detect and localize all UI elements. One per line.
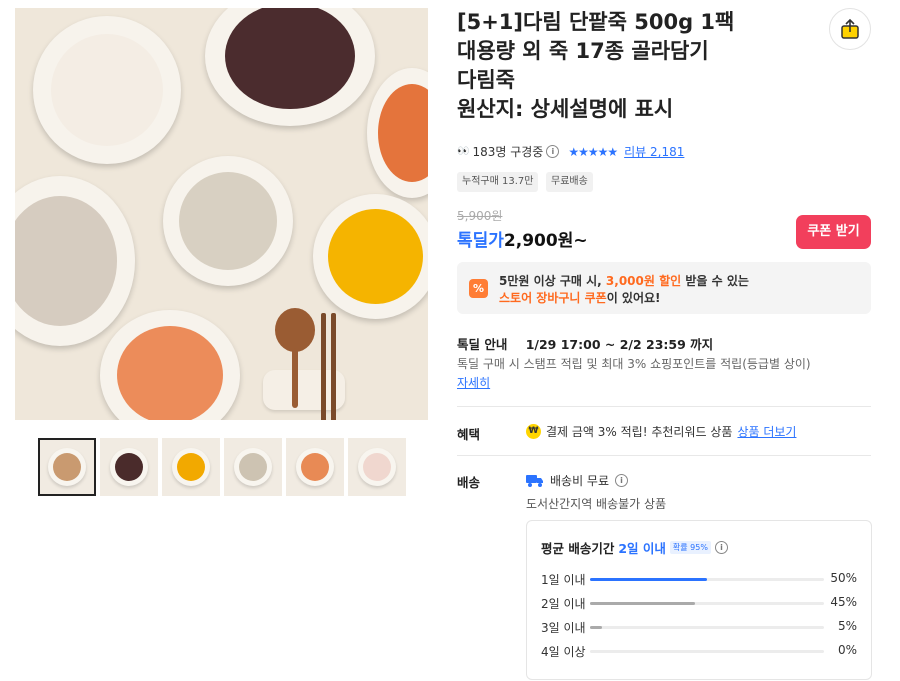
- truck-icon: [526, 475, 543, 487]
- promo-line-2: 스토어 장바구니 쿠폰이 있어요!: [499, 289, 661, 306]
- delivery-row-percent: 50%: [830, 571, 857, 585]
- info-icon[interactable]: i: [615, 474, 629, 487]
- deal-label: 톡딜가: [457, 231, 504, 251]
- promo-text: 5만원 이상 구매 시,: [499, 274, 602, 288]
- delivery-bar: [590, 626, 602, 629]
- thumbnail-crab[interactable]: [348, 438, 406, 496]
- delivery-bar-track: [590, 650, 824, 653]
- abalone-porridge-bowl: [163, 156, 293, 286]
- deal-info: 톡딜 안내 1/29 17:00 ~ 2/2 23:59 까지: [457, 334, 713, 353]
- delivery-bar: [590, 578, 707, 581]
- star-rating-icon: ★★★★★: [568, 144, 618, 159]
- delivery-row-label: 4일 이상: [541, 645, 586, 659]
- delivery-bar-track: [590, 578, 824, 581]
- review-link[interactable]: 리뷰 2,181: [624, 143, 684, 160]
- thumbnail-vegetable[interactable]: [224, 438, 282, 496]
- thumbnail-fill: [177, 453, 205, 481]
- thumbnail-red-bean[interactable]: [100, 438, 158, 496]
- thumbnail-fill: [301, 453, 329, 481]
- thumbnail-assorted[interactable]: [38, 438, 96, 496]
- thumbnail-bowl: [234, 448, 272, 486]
- red-bean-porridge-bowl: [205, 8, 375, 126]
- deal-info-label: 톡딜 안내: [457, 337, 508, 352]
- delivery-row: 3일 이내 5%: [541, 619, 857, 635]
- viewer-count: 183명 구경중: [472, 145, 544, 159]
- thumbnail-fill: [53, 453, 81, 481]
- seafood-porridge-bowl: [100, 310, 240, 420]
- thumbnail-fill: [239, 453, 267, 481]
- delivery-row: 1일 이내 50%: [541, 571, 857, 587]
- eyes-icon: 👀: [457, 146, 470, 157]
- divider: [457, 406, 871, 407]
- promo-line-1: 5만원 이상 구매 시, 3,000원 할인 받을 수 있는: [499, 272, 749, 289]
- shipping-fee-row: 배송비 무료 i: [526, 472, 629, 489]
- original-price: 5,900원: [457, 209, 503, 223]
- rating-row: 👀 183명 구경중 i ★★★★★ 리뷰 2,181: [457, 143, 684, 160]
- deal-description: 톡딜 구매 시 스탬프 적립 및 최대 3% 쇼핑포인트를 적립(등급별 상이): [457, 357, 811, 371]
- delivery-row: 4일 이상 0%: [541, 643, 857, 659]
- thumbnail-bowl: [172, 448, 210, 486]
- thumbnail-pumpkin[interactable]: [162, 438, 220, 496]
- beef-porridge-bowl: [15, 176, 135, 346]
- product-title: [5+1]다림 단팥죽 500g 1팩 대용량 외 죽 17종 골라담기 다림죽…: [457, 10, 735, 121]
- promo-discount: 3,000원 할인: [605, 274, 682, 288]
- divider: [457, 455, 871, 456]
- delivery-estimate-header: 평균 배송기간 2일 이내 확률 95% i: [541, 538, 728, 557]
- shipping-label: 배송: [457, 475, 481, 490]
- thumbnail-fill: [363, 453, 391, 481]
- benefit-label: 혜택: [457, 427, 481, 442]
- delivery-row-percent: 5%: [837, 619, 857, 633]
- shipping-fee: 배송비 무료: [550, 474, 610, 488]
- delivery-row-label: 2일 이내: [541, 597, 586, 611]
- thumbnail-fill: [115, 453, 143, 481]
- coupon-button[interactable]: 쿠폰 받기: [796, 215, 871, 249]
- promo-text-end: 받을 수 있는: [685, 274, 749, 288]
- delivery-row-label: 1일 이내: [541, 573, 586, 587]
- carrot-porridge-bowl: [367, 68, 428, 198]
- deal-price: 2,900원~: [503, 231, 588, 251]
- tag-free-shipping: 무료배송: [546, 172, 593, 192]
- deal-price-row: 톡딜가2,900원~: [457, 226, 588, 251]
- benefit-row: ₩ 결제 금액 3% 적립! 추천리워드 상품 상품 더보기: [526, 423, 796, 440]
- avg-delivery-value: 2일 이내: [618, 541, 666, 556]
- pumpkin-porridge-bowl: [313, 194, 428, 319]
- chopstick-left: [321, 313, 326, 420]
- info-icon[interactable]: i: [546, 145, 560, 158]
- deal-period: 1/29 17:00 ~ 2/2 23:59 까지: [525, 337, 714, 352]
- percent-icon: %: [469, 279, 488, 298]
- product-main-image[interactable]: [15, 8, 428, 420]
- wooden-spoon-icon: [275, 308, 315, 408]
- info-icon[interactable]: i: [714, 541, 728, 554]
- thumbnail-bowl: [48, 448, 86, 486]
- probability-badge: 확률 95%: [669, 541, 711, 554]
- crab-porridge-bowl: [33, 16, 181, 164]
- coupon-promo-banner[interactable]: % 5만원 이상 구매 시, 3,000원 할인 받을 수 있는 스토어 장바구…: [457, 262, 871, 314]
- chopstick-right: [331, 313, 336, 420]
- thumbnail-bowl: [358, 448, 396, 486]
- won-coin-icon: ₩: [526, 424, 541, 439]
- delivery-row-percent: 45%: [830, 595, 857, 609]
- thumbnail-bowl: [110, 448, 148, 486]
- delivery-bar-track: [590, 626, 824, 629]
- avg-delivery-label: 평균 배송기간: [541, 541, 615, 556]
- promo-text-2: 이 있어요!: [606, 291, 661, 305]
- promo-cart-coupon: 스토어 장바구니 쿠폰: [499, 291, 607, 305]
- delivery-estimate-box: 평균 배송기간 2일 이내 확률 95% i 1일 이내 50% 2일 이내 45% 3…: [526, 520, 872, 680]
- tag-cumulative-purchase: 누적구매 13.7만: [457, 172, 539, 192]
- thumbnail-seafood[interactable]: [286, 438, 344, 496]
- delivery-bar: [590, 602, 696, 605]
- more-details-link[interactable]: 자세히: [457, 374, 490, 391]
- delivery-row: 2일 이내 45%: [541, 595, 857, 611]
- delivery-row-percent: 0%: [837, 643, 857, 657]
- more-products-link[interactable]: 상품 더보기: [737, 423, 796, 440]
- benefit-text: 결제 금액 3% 적립! 추천리워드 상품: [546, 425, 733, 439]
- share-button[interactable]: [829, 8, 871, 50]
- thumbnail-bowl: [296, 448, 334, 486]
- shipping-note: 도서산간지역 배송불가 상품: [526, 497, 667, 511]
- thumbnail-strip: [38, 438, 406, 496]
- delivery-bar-track: [590, 602, 824, 605]
- share-icon: [841, 18, 859, 39]
- delivery-row-label: 3일 이내: [541, 621, 586, 635]
